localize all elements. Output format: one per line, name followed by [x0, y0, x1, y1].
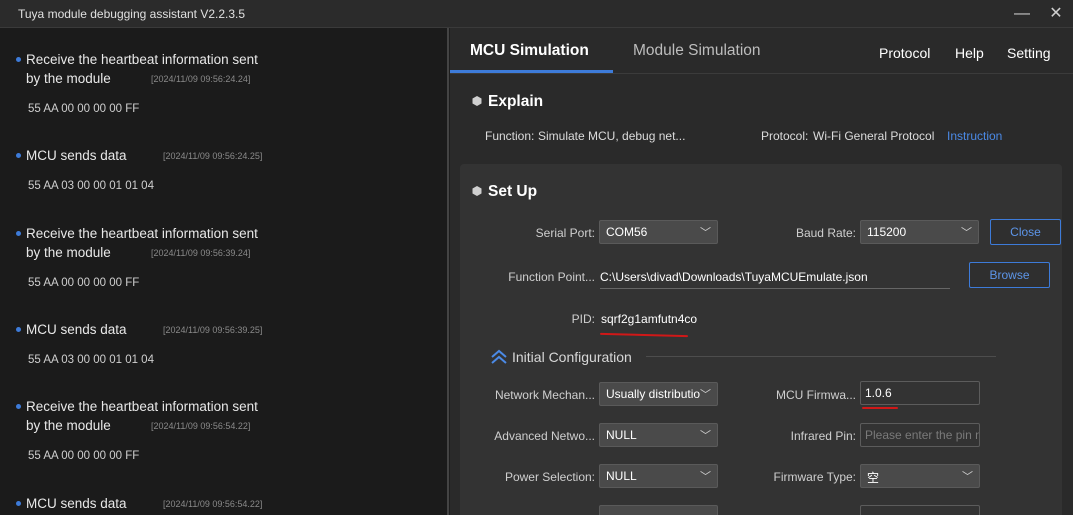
log-entry-title: MCU sends data	[26, 496, 127, 511]
chevron-down-icon: ﹀	[962, 471, 973, 483]
log-entry-timestamp: [2024/11/09 09:56:39.25]	[163, 325, 263, 335]
power-selection-select[interactable]: NULL ﹀	[599, 464, 718, 488]
next-row-select[interactable]	[599, 505, 718, 515]
function-point-label: Function Point...	[508, 270, 595, 284]
main-panel: MCU Simulation Module Simulation Protoco…	[450, 28, 1073, 515]
log-entry-title: Receive the heartbeat information sent	[26, 226, 258, 241]
bullet-icon	[16, 57, 21, 62]
hexagon-icon	[472, 96, 482, 106]
close-icon[interactable]: ✕	[1044, 2, 1068, 26]
minimize-icon[interactable]: —	[1010, 2, 1034, 26]
protocol-value: Wi-Fi General Protocol	[813, 129, 935, 143]
baud-rate-label: Baud Rate:	[795, 226, 856, 240]
log-entry-hex: 55 AA 00 00 00 00 FF	[28, 277, 140, 289]
instruction-link[interactable]: Instruction	[947, 129, 1002, 143]
pid-value: sqrf2g1amfutn4co	[601, 312, 698, 326]
log-entry-hex: 55 AA 00 00 00 00 FF	[28, 103, 140, 115]
double-chevron-up-icon[interactable]	[490, 348, 508, 366]
bullet-icon	[16, 231, 21, 236]
infrared-pin-label: Infrared Pin:	[790, 429, 856, 443]
serial-port-label: Serial Port:	[535, 226, 595, 240]
explain-heading: Explain	[488, 93, 544, 110]
network-mechanism-label: Network Mechan...	[494, 388, 595, 402]
log-entry-timestamp: [2024/11/09 09:56:24.25]	[163, 151, 263, 161]
hexagon-icon	[472, 186, 482, 196]
function-value: Simulate MCU, debug net...	[538, 129, 686, 143]
power-selection-value: NULL	[606, 469, 637, 483]
pid-label: PID:	[571, 312, 595, 326]
serial-port-select[interactable]: COM56 ﹀	[599, 220, 718, 244]
advanced-network-select[interactable]: NULL ﹀	[599, 423, 718, 447]
log-entry-title: MCU sends data	[26, 322, 127, 337]
log-entry-timestamp: [2024/11/09 09:56:54.22]	[151, 421, 251, 431]
log-entry-hex: 55 AA 00 00 00 00 FF	[28, 450, 140, 462]
bullet-icon	[16, 153, 21, 158]
chevron-down-icon: ﹀	[700, 389, 711, 401]
bullet-icon	[16, 501, 21, 506]
mcu-firmware-label: MCU Firmwa...	[776, 388, 856, 402]
menu-help[interactable]: Help	[955, 45, 984, 61]
tab-module-simulation[interactable]: Module Simulation	[633, 42, 761, 60]
initial-config-heading: Initial Configuration	[512, 349, 632, 365]
browse-button[interactable]: Browse	[969, 262, 1050, 288]
red-annotation-mark	[862, 407, 898, 409]
advanced-network-label: Advanced Netwo...	[494, 429, 595, 443]
firmware-type-select[interactable]: 空 ﹀	[860, 464, 980, 488]
serial-port-value: COM56	[606, 225, 648, 239]
network-mechanism-value: Usually distributio	[606, 387, 701, 401]
chevron-down-icon: ﹀	[700, 471, 711, 483]
network-mechanism-select[interactable]: Usually distributio ﹀	[599, 382, 718, 406]
function-label: Function:	[485, 129, 535, 143]
baud-rate-value: 115200	[867, 225, 907, 239]
log-entry-title: Receive the heartbeat information sent	[26, 399, 258, 414]
firmware-type-label: Firmware Type:	[773, 470, 856, 484]
bullet-icon	[16, 404, 21, 409]
log-entry-title: by the module	[26, 245, 111, 260]
log-entry-title: Receive the heartbeat information sent	[26, 52, 258, 67]
setup-heading: Set Up	[488, 183, 538, 200]
title-bar: Tuya module debugging assistant V2.2.3.5…	[0, 0, 1073, 28]
baud-rate-select[interactable]: 115200 ﹀	[860, 220, 979, 244]
log-scrollbar[interactable]	[447, 28, 449, 515]
chevron-down-icon: ﹀	[961, 227, 972, 239]
log-entry-title: by the module	[26, 71, 111, 86]
log-panel[interactable]: Receive the heartbeat information sent b…	[0, 28, 449, 515]
mcu-firmware-input[interactable]: 1.0.6	[860, 381, 980, 405]
bullet-icon	[16, 327, 21, 332]
log-entry-hex: 55 AA 03 00 00 01 01 04	[28, 180, 154, 192]
section-divider	[646, 356, 996, 357]
close-port-button[interactable]: Close	[990, 219, 1061, 245]
menu-setting[interactable]: Setting	[1007, 45, 1051, 61]
log-entry-timestamp: [2024/11/09 09:56:24.24]	[151, 74, 251, 84]
log-entry-title: MCU sends data	[26, 148, 127, 163]
active-tab-indicator	[450, 70, 613, 73]
function-point-path[interactable]: C:\Users\divad\Downloads\TuyaMCUEmulate.…	[600, 270, 950, 289]
firmware-type-value: 空	[867, 471, 880, 485]
chevron-down-icon: ﹀	[700, 227, 711, 239]
log-entry-timestamp: [2024/11/09 09:56:54.22]	[163, 499, 263, 509]
log-entry-hex: 55 AA 03 00 00 01 01 04	[28, 354, 154, 366]
log-entry-title: by the module	[26, 418, 111, 433]
advanced-network-value: NULL	[606, 428, 637, 442]
chevron-down-icon: ﹀	[700, 430, 711, 442]
setup-panel	[460, 164, 1062, 515]
infrared-pin-input[interactable]: Please enter the pin nu	[860, 423, 980, 447]
log-entry-timestamp: [2024/11/09 09:56:39.24]	[151, 248, 251, 258]
protocol-label: Protocol:	[761, 129, 809, 143]
next-row-input[interactable]	[860, 505, 980, 515]
tab-mcu-simulation[interactable]: MCU Simulation	[470, 42, 589, 60]
window-title: Tuya module debugging assistant V2.2.3.5	[18, 7, 246, 21]
menu-protocol[interactable]: Protocol	[879, 45, 930, 61]
tab-bar: MCU Simulation Module Simulation Protoco…	[450, 28, 1073, 74]
power-selection-label: Power Selection:	[504, 470, 595, 484]
